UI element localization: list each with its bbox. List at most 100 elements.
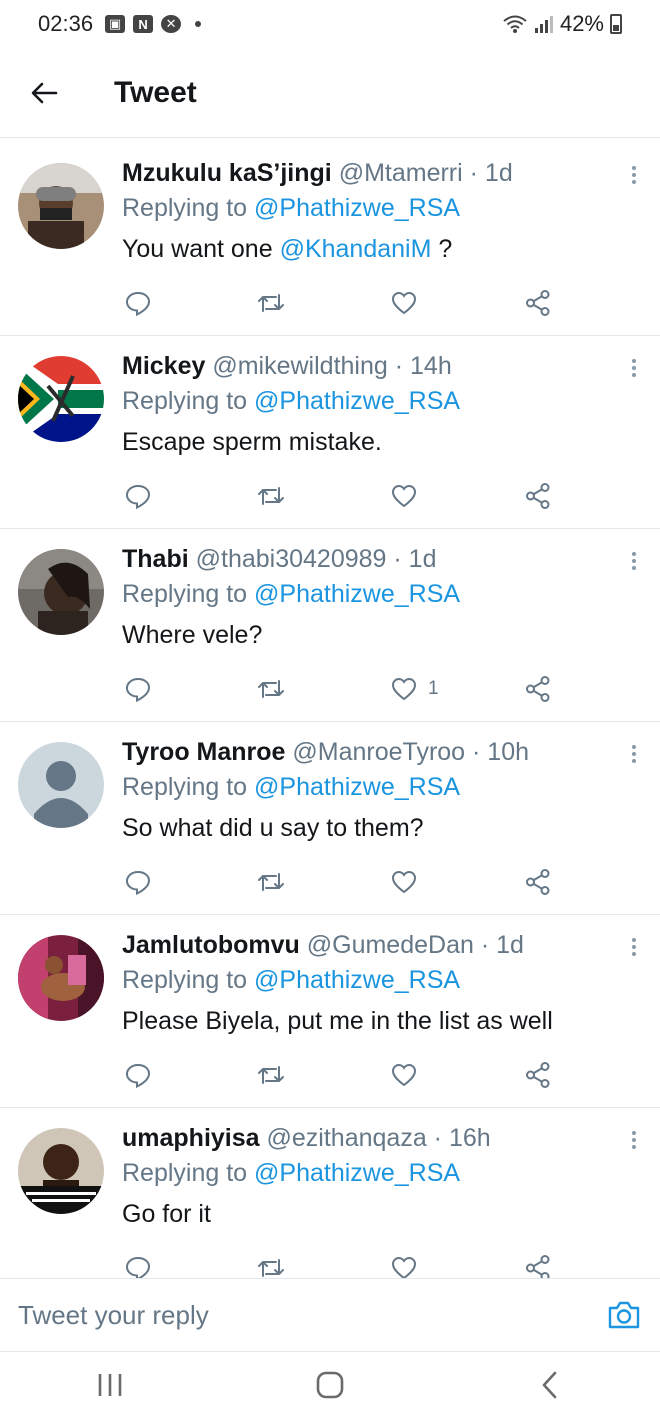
reply-button[interactable] [124, 1055, 152, 1095]
share-icon [526, 290, 550, 316]
camera-button[interactable] [606, 1297, 642, 1333]
wifi-icon [503, 15, 527, 33]
retweet-icon [258, 1259, 284, 1277]
tweet-item[interactable]: Mickey @mikewildthing · 14h Replying to … [0, 336, 660, 529]
like-button[interactable] [390, 1248, 428, 1278]
share-icon [526, 483, 550, 509]
retweet-button[interactable] [256, 1248, 286, 1278]
tweet-actions [122, 476, 562, 516]
home-button[interactable] [300, 1360, 360, 1410]
replying-label: Replying to [122, 387, 248, 415]
tweet-item[interactable]: Jamlutobomvu @GumedeDan · 1d Replying to… [0, 915, 660, 1108]
like-button[interactable] [390, 1055, 428, 1095]
home-icon [316, 1371, 344, 1398]
more-options-button[interactable] [632, 1128, 638, 1152]
reply-button[interactable] [124, 862, 152, 902]
heart-icon [391, 677, 417, 701]
tweet-item[interactable]: Thabi @thabi30420989 · 1d Replying to @P… [0, 529, 660, 722]
retweet-button[interactable] [256, 283, 286, 323]
author-handle[interactable]: @Mtamerri [339, 159, 463, 187]
share-button[interactable] [524, 1248, 552, 1278]
author-handle[interactable]: @thabi30420989 [196, 545, 387, 573]
author-name[interactable]: Thabi [122, 545, 189, 573]
replying-to-link[interactable]: @Phathizwe_RSA [254, 1159, 460, 1187]
avatar[interactable] [18, 742, 104, 828]
status-time: 02:36 [38, 11, 94, 36]
author-handle[interactable]: @ManroeTyroo [292, 738, 465, 766]
retweet-button[interactable] [256, 862, 286, 902]
tweet-item[interactable]: Tyroo Manroe @ManroeTyroo · 10h Replying… [0, 722, 660, 915]
more-options-button[interactable] [632, 163, 638, 187]
share-icon [526, 869, 550, 895]
tweet-item[interactable]: umaphiyisa @ezithanqaza · 16h Replying t… [0, 1108, 660, 1278]
replying-label: Replying to [122, 966, 248, 994]
retweet-button[interactable] [256, 476, 286, 516]
signal-icon [534, 16, 553, 33]
author-handle[interactable]: @GumedeDan [307, 931, 474, 959]
tweet-text: Please Biyela, put me in the list as wel… [122, 1007, 553, 1035]
more-options-button[interactable] [632, 356, 638, 380]
author-handle[interactable]: @ezithanqaza [267, 1124, 427, 1152]
reply-button[interactable] [124, 476, 152, 516]
page-title: Tweet [114, 75, 197, 109]
replying-to-link[interactable]: @Phathizwe_RSA [254, 773, 460, 801]
author-name[interactable]: Mickey [122, 352, 205, 380]
reply-button[interactable] [124, 669, 152, 709]
author-name[interactable]: Mzukulu kaS’jingi [122, 159, 332, 187]
avatar[interactable] [18, 549, 104, 635]
arrow-left-icon [31, 82, 58, 103]
reply-button[interactable] [124, 283, 152, 323]
battery-percent: 42% [559, 11, 604, 36]
replying-to-link[interactable]: @Phathizwe_RSA [254, 387, 460, 415]
replies-list[interactable]: Mzukulu kaS’jingi @Mtamerri · 1d Replyin… [0, 143, 660, 1278]
like-button[interactable]: 1 [390, 669, 439, 709]
author-name[interactable]: Jamlutobomvu [122, 931, 300, 959]
recents-button[interactable] [80, 1360, 140, 1410]
share-icon [526, 1062, 550, 1088]
author-name[interactable]: umaphiyisa [122, 1124, 260, 1152]
retweet-button[interactable] [256, 669, 286, 709]
share-button[interactable] [524, 669, 552, 709]
mention-link[interactable]: @KhandaniM [280, 235, 432, 263]
avatar[interactable] [18, 935, 104, 1021]
tweet-text: You want one [122, 235, 273, 263]
comment-icon [125, 870, 151, 896]
like-button[interactable] [390, 476, 428, 516]
share-icon [526, 676, 550, 702]
system-navigation-bar [0, 1352, 660, 1417]
more-options-button[interactable] [632, 549, 638, 573]
share-button[interactable] [524, 1055, 552, 1095]
author-handle[interactable]: @mikewildthing [212, 352, 387, 380]
recents-icon [98, 1373, 122, 1396]
reply-input[interactable] [18, 1299, 578, 1331]
retweet-icon [258, 680, 284, 698]
replying-to-link[interactable]: @Phathizwe_RSA [254, 966, 460, 994]
replying-to-link[interactable]: @Phathizwe_RSA [254, 580, 460, 608]
author-name[interactable]: Tyroo Manroe [122, 738, 285, 766]
share-button[interactable] [524, 862, 552, 902]
more-options-button[interactable] [632, 742, 638, 766]
heart-icon [391, 291, 417, 315]
share-button[interactable] [524, 476, 552, 516]
more-options-button[interactable] [632, 935, 638, 959]
tweet-item[interactable]: Mzukulu kaS’jingi @Mtamerri · 1d Replyin… [0, 143, 660, 336]
retweet-icon [258, 1066, 284, 1084]
heart-icon [391, 1256, 417, 1278]
tweet-actions: 1 [122, 669, 562, 709]
replying-to-link[interactable]: @Phathizwe_RSA [254, 194, 460, 222]
avatar[interactable] [18, 356, 104, 442]
n-icon: N [133, 15, 154, 33]
like-button[interactable] [390, 862, 428, 902]
share-icon [526, 1255, 550, 1278]
nav-back-button[interactable] [520, 1360, 580, 1410]
avatar[interactable] [18, 1128, 104, 1214]
reply-button[interactable] [124, 1248, 152, 1278]
comment-icon [125, 677, 151, 703]
avatar[interactable] [18, 163, 104, 249]
heart-icon [391, 484, 417, 508]
back-button[interactable] [24, 73, 64, 113]
retweet-button[interactable] [256, 1055, 286, 1095]
top-app-bar: Tweet [0, 48, 660, 138]
share-button[interactable] [524, 283, 552, 323]
like-button[interactable] [390, 283, 428, 323]
